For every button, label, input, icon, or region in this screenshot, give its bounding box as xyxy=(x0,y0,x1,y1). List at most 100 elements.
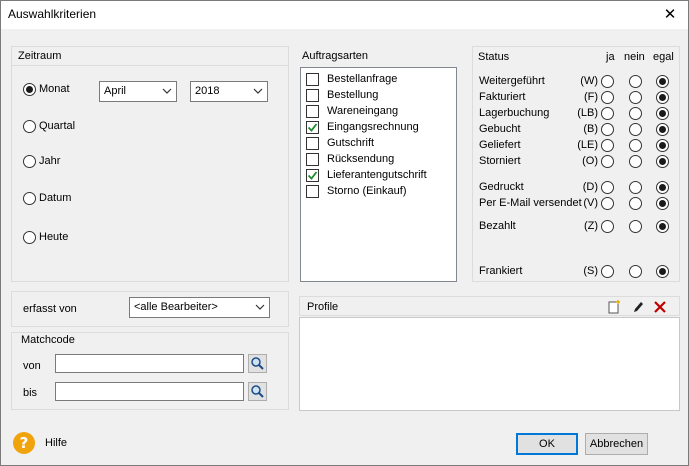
status-row-label: Fakturiert xyxy=(479,91,526,103)
auftragsart-label: Eingangsrechnung xyxy=(327,121,419,133)
year-select[interactable]: 2018 xyxy=(190,81,268,102)
status-col-egal: egal xyxy=(653,51,674,63)
status-row-code: (S) xyxy=(583,265,598,277)
status-row-label: Storniert xyxy=(479,155,521,167)
zeitraum-label: Zeitraum xyxy=(18,50,62,62)
status-radio-nein[interactable] xyxy=(629,123,642,136)
auftragsart-checkbox[interactable] xyxy=(306,153,319,166)
auftragsart-checkbox[interactable] xyxy=(306,185,319,198)
auftragsart-label: Wareneingang xyxy=(327,105,399,117)
radio-quartal[interactable] xyxy=(23,120,36,133)
close-icon[interactable]: ✕ xyxy=(652,1,688,29)
profile-label: Profile xyxy=(307,301,339,313)
radio-monat[interactable] xyxy=(23,83,36,96)
status-radio-ja[interactable] xyxy=(601,107,614,120)
auftragsart-checkbox[interactable] xyxy=(306,105,319,118)
bis-search-button[interactable] xyxy=(248,382,267,401)
status-row-label: Weitergeführt xyxy=(479,75,545,87)
question-circle-icon[interactable]: ? xyxy=(12,431,36,455)
radio-datum[interactable] xyxy=(23,192,36,205)
status-radio-nein[interactable] xyxy=(629,265,642,278)
status-radio-nein[interactable] xyxy=(629,155,642,168)
check-icon xyxy=(307,123,318,132)
status-row-label: Geliefert xyxy=(479,139,521,151)
radio-heute-label: Heute xyxy=(39,231,69,243)
delete-x-icon[interactable] xyxy=(653,300,667,314)
erfasst-value: <alle Bearbeiter> xyxy=(134,301,218,313)
auftragsarten-label: Auftragsarten xyxy=(302,50,369,62)
auftragsart-label: Storno (Einkauf) xyxy=(327,185,407,197)
status-radio-egal[interactable] xyxy=(656,123,669,136)
status-row-code: (LB) xyxy=(577,107,598,119)
status-radio-ja[interactable] xyxy=(601,91,614,104)
status-radio-ja[interactable] xyxy=(601,123,614,136)
status-radio-ja[interactable] xyxy=(601,197,614,210)
status-row-code: (O) xyxy=(582,155,598,167)
status-radio-egal[interactable] xyxy=(656,91,669,104)
auftragsart-label: Gutschrift xyxy=(327,137,375,149)
status-radio-nein[interactable] xyxy=(629,197,642,210)
status-radio-egal[interactable] xyxy=(656,139,669,152)
status-radio-nein[interactable] xyxy=(629,107,642,120)
radio-datum-label: Datum xyxy=(39,192,72,204)
status-radio-ja[interactable] xyxy=(601,75,614,88)
status-row-code: (LE) xyxy=(577,139,598,151)
zeitraum-header: Zeitraum xyxy=(12,47,288,66)
year-value: 2018 xyxy=(195,85,220,97)
radio-heute[interactable] xyxy=(23,231,36,244)
status-radio-ja[interactable] xyxy=(601,155,614,168)
status-radio-egal[interactable] xyxy=(656,265,669,278)
status-radio-ja[interactable] xyxy=(601,139,614,152)
window-title: Auswahlkriterien xyxy=(8,7,97,21)
matchcode-label: Matchcode xyxy=(21,334,75,346)
erfasst-label: erfasst von xyxy=(23,303,77,315)
status-row-code: (B) xyxy=(583,123,598,135)
auftragsart-checkbox[interactable] xyxy=(306,137,319,150)
status-row-label: Frankiert xyxy=(479,265,523,277)
month-value: April xyxy=(104,85,127,97)
auftragsart-checkbox[interactable] xyxy=(306,169,319,182)
help-label[interactable]: Hilfe xyxy=(45,437,67,449)
radio-jahr[interactable] xyxy=(23,155,36,168)
status-radio-nein[interactable] xyxy=(629,139,642,152)
status-radio-nein[interactable] xyxy=(629,91,642,104)
new-document-icon[interactable] xyxy=(607,300,621,314)
status-radio-nein[interactable] xyxy=(629,181,642,194)
status-label: Status xyxy=(478,51,510,63)
month-select[interactable]: April xyxy=(99,81,177,102)
status-radio-ja[interactable] xyxy=(601,181,614,194)
cancel-button[interactable]: Abbrechen xyxy=(585,433,648,455)
status-radio-egal[interactable] xyxy=(656,220,669,233)
auftragsart-label: Lieferantengutschrift xyxy=(327,169,427,181)
status-row-label: Gedruckt xyxy=(479,181,524,193)
status-row-label: Bezahlt xyxy=(479,220,516,232)
svg-text:?: ? xyxy=(20,434,29,452)
von-label: von xyxy=(23,360,41,372)
status-radio-egal[interactable] xyxy=(656,181,669,194)
auftragsart-checkbox[interactable] xyxy=(306,73,319,86)
magnifier-icon xyxy=(251,357,264,370)
pencil-icon[interactable] xyxy=(631,300,645,314)
status-radio-egal[interactable] xyxy=(656,75,669,88)
ok-button[interactable]: OK xyxy=(516,433,578,455)
von-search-button[interactable] xyxy=(248,354,267,373)
status-col-nein: nein xyxy=(624,51,645,63)
status-radio-nein[interactable] xyxy=(629,220,642,233)
auftragsart-checkbox[interactable] xyxy=(306,121,319,134)
chevron-down-icon xyxy=(255,304,265,310)
erfasst-select[interactable]: <alle Bearbeiter> xyxy=(129,297,270,318)
von-input[interactable] xyxy=(55,354,244,373)
auftragsart-checkbox[interactable] xyxy=(306,89,319,102)
bis-input[interactable] xyxy=(55,382,244,401)
status-radio-egal[interactable] xyxy=(656,155,669,168)
status-radio-nein[interactable] xyxy=(629,75,642,88)
title-bar[interactable]: Auswahlkriterien ✕ xyxy=(1,1,688,29)
profile-list[interactable] xyxy=(299,317,680,411)
status-radio-egal[interactable] xyxy=(656,107,669,120)
status-row-code: (D) xyxy=(582,181,598,193)
status-radio-ja[interactable] xyxy=(601,220,614,233)
check-icon xyxy=(307,171,318,180)
magnifier-icon xyxy=(251,385,264,398)
status-radio-ja[interactable] xyxy=(601,265,614,278)
status-radio-egal[interactable] xyxy=(656,197,669,210)
